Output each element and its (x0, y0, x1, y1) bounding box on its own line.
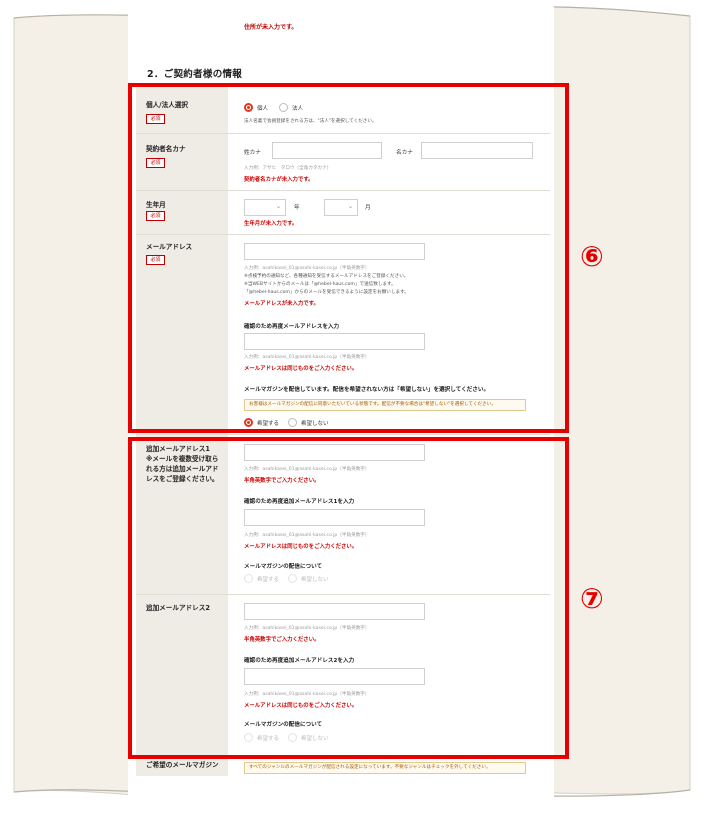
magazine-genre-notice: すべてのジャンルのメールマガジンが配信される設定になっています。不要なジャンルは… (244, 762, 526, 774)
annotation-frame-7 (128, 437, 569, 759)
section-title: 2．ご契約者様の情報 (147, 69, 243, 80)
annotation-frame-6 (128, 83, 569, 433)
row-divider (136, 434, 550, 435)
annotation-label-7: ⑦ (580, 582, 604, 615)
magazine-genre-label: ご希望のメールマガジン (146, 761, 219, 769)
annotation-label-6: ⑥ (580, 240, 604, 273)
address-error: 住所が未入力です。 (244, 24, 298, 31)
